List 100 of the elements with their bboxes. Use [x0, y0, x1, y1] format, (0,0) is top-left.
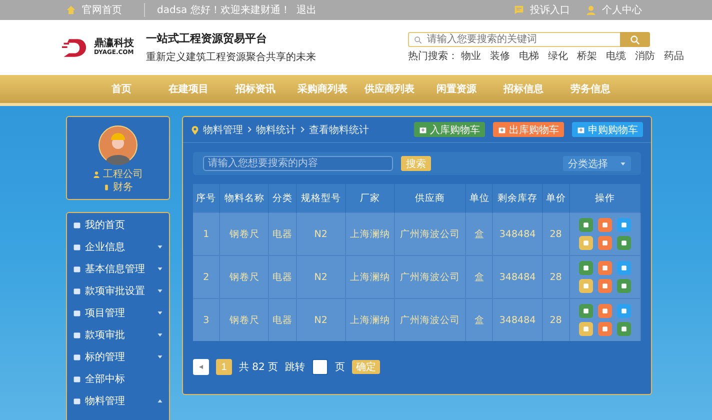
table-cell: 348484: [492, 256, 542, 298]
cart-button[interactable]: 出库购物车: [493, 122, 564, 137]
table-cell: 广州海波公司: [394, 212, 466, 256]
table-cell: 广州海波公司: [394, 256, 466, 298]
cart-button[interactable]: 入库购物车: [414, 122, 485, 137]
home-link[interactable]: 官网首页: [82, 3, 122, 17]
hot-search-link[interactable]: 电梯: [519, 49, 539, 63]
table-cell: 盒: [466, 298, 493, 341]
table-cell: 电器: [268, 298, 296, 341]
table-cell: 电器: [268, 212, 296, 256]
chevron-right-icon: [300, 126, 305, 133]
menu-item-icon: [73, 331, 81, 339]
table-cell: 3: [193, 298, 220, 341]
page-input[interactable]: [312, 359, 328, 375]
menu-item-icon: [73, 265, 81, 273]
table-cell: 上海澜纳: [345, 212, 395, 256]
company-name: 工程公司: [103, 168, 143, 181]
logout-link[interactable]: 退出: [296, 3, 316, 17]
chevron-right-icon: [247, 126, 252, 133]
sidebar-item[interactable]: 物料管理: [67, 390, 169, 412]
table-cell: 上海澜纳: [345, 256, 395, 298]
platform-title: 一站式工程资源贸易平台: [146, 31, 268, 46]
user-icon: [586, 5, 596, 15]
hot-search-link[interactable]: 药品: [664, 49, 684, 63]
table-cell: 钢卷尺: [220, 212, 269, 256]
greeting-text: dadsa 您好！欢迎来建财通！: [157, 4, 290, 17]
account-link[interactable]: 个人中心: [602, 3, 642, 17]
table-cell: N2: [296, 212, 346, 256]
hot-search-link[interactable]: 绿化: [548, 49, 568, 63]
table-cell: 1: [193, 212, 220, 256]
sidebar-item[interactable]: 款项审批: [67, 324, 169, 346]
table-cell: 盒: [466, 256, 493, 298]
sidebar-item[interactable]: 全部中标: [67, 368, 169, 390]
table-cell: 2: [193, 256, 220, 298]
column-header: 操作: [570, 184, 640, 212]
category-select[interactable]: 分类选择: [563, 156, 631, 171]
search-button[interactable]: [620, 32, 650, 47]
cart-box-icon: [498, 126, 506, 134]
table-cell: 广州海波公司: [394, 298, 466, 341]
table-cell: 28: [542, 298, 570, 341]
menu-item-icon: [73, 309, 81, 317]
hot-search-link[interactable]: 装修: [490, 49, 510, 63]
cart-box-icon: [419, 126, 427, 134]
sidebar-item[interactable]: 标的管理: [67, 346, 169, 368]
sidebar-item[interactable]: 我的首页: [67, 214, 169, 236]
complaint-link[interactable]: 投诉入口: [530, 3, 570, 17]
column-header: 供应商: [394, 184, 466, 212]
table-cell: 348484: [492, 298, 542, 341]
table-cell: 盒: [466, 212, 493, 256]
caret-icon: [620, 160, 626, 166]
hot-search-label: 热门搜索：: [408, 50, 458, 63]
menu-item-icon: [73, 221, 81, 229]
column-header: 分类: [268, 184, 296, 212]
breadcrumb-link[interactable]: 物料管理: [203, 122, 243, 136]
hot-search-link[interactable]: 电缆: [606, 49, 626, 63]
location-pin-icon: [191, 124, 199, 134]
keyword-field[interactable]: 请输入您想要搜索的内容: [203, 156, 393, 171]
table-cell: N2: [296, 298, 346, 341]
breadcrumb-link[interactable]: 查看物料统计: [309, 122, 369, 136]
page-unit-label: 页: [335, 361, 346, 374]
menu-item-icon: [73, 243, 81, 251]
cart-button[interactable]: 申购购物车: [572, 122, 643, 137]
column-header: 物料名称: [220, 184, 269, 212]
menu-item-icon: [73, 353, 81, 361]
hot-search-link[interactable]: 消防: [635, 49, 655, 63]
breadcrumb-link[interactable]: 物料统计: [256, 122, 296, 136]
total-pages-text: 共 82 页: [239, 360, 278, 374]
menu-item-icon: [73, 375, 81, 383]
hot-search-link[interactable]: 物业: [461, 49, 481, 63]
table-cell: 28: [542, 212, 570, 256]
home-icon: [66, 5, 76, 15]
sidebar-item[interactable]: 基本信息管理: [67, 258, 169, 280]
caret-left-icon: [198, 364, 204, 370]
table-cell: 28: [542, 256, 570, 298]
sidebar-item[interactable]: 款项审批设置: [67, 280, 169, 302]
table-cell: 钢卷尺: [220, 256, 269, 298]
table-cell: 电器: [268, 256, 296, 298]
menu-item-icon: [73, 397, 81, 405]
column-header: 单价: [542, 184, 570, 212]
previous-page-button[interactable]: [193, 359, 209, 375]
avatar-icon: [98, 125, 138, 165]
table-cell: 钢卷尺: [220, 298, 269, 341]
user-icon: [93, 171, 100, 178]
platform-subtitle: 重新定义建筑工程资源聚合共享的未来: [146, 50, 316, 64]
role-name: 财务: [113, 181, 133, 194]
menu-item-icon: [73, 287, 81, 295]
column-header: 序号: [193, 184, 220, 212]
sidebar-item[interactable]: 企业信息: [67, 236, 169, 258]
column-header: 单位: [466, 184, 493, 212]
table-cell: 348484: [492, 212, 542, 256]
cart-box-icon: [577, 126, 585, 134]
table-cell: 上海澜纳: [345, 298, 395, 341]
hot-search-link[interactable]: 桥架: [577, 49, 597, 63]
sidebar-item[interactable]: 项目管理: [67, 302, 169, 324]
table-cell: N2: [296, 256, 346, 298]
column-header: 规格型号: [296, 184, 346, 212]
search-icon: [414, 36, 422, 44]
search-icon: [630, 34, 640, 44]
goto-label: 跳转: [285, 360, 306, 374]
search-field[interactable]: 请输入您要搜索的关键词: [408, 32, 620, 47]
